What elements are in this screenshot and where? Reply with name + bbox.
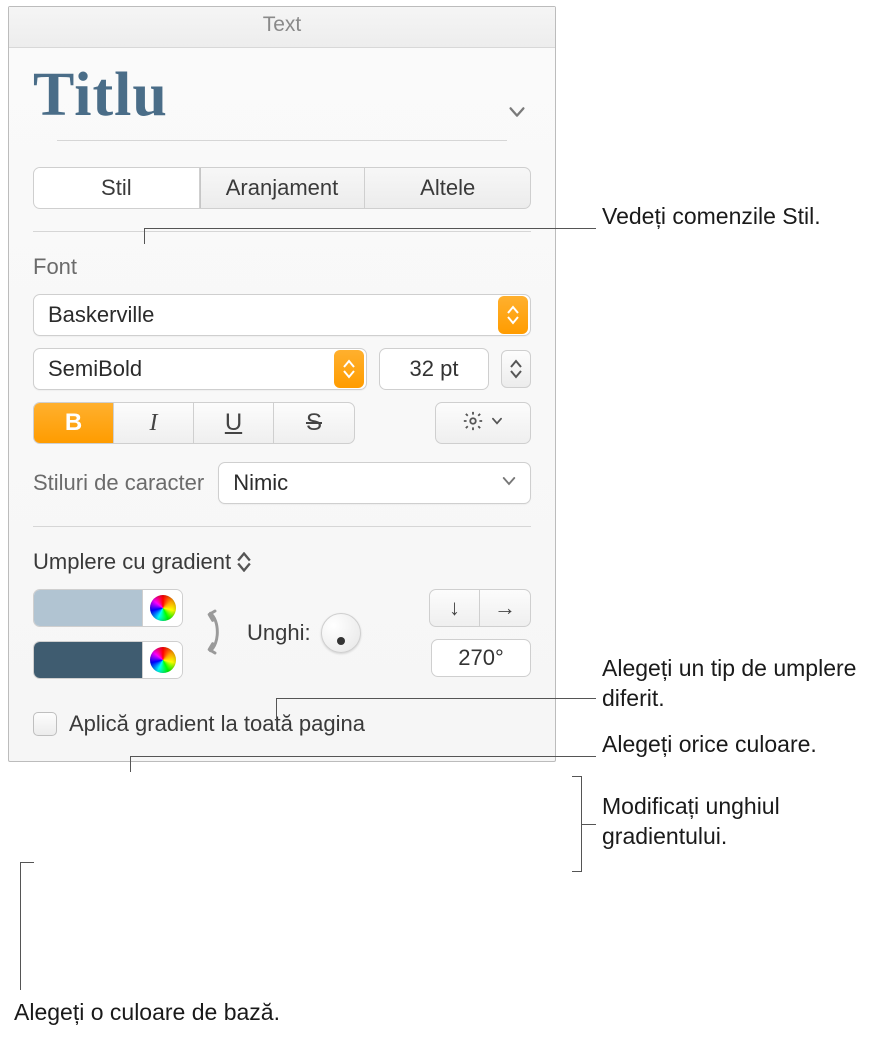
bold-button[interactable]: B (34, 403, 114, 443)
character-styles-value: Nimic (233, 470, 490, 496)
arrow-down-icon: ↓ (449, 595, 460, 621)
apply-gradient-checkbox[interactable] (33, 712, 57, 736)
panel-title: Text (9, 7, 555, 48)
font-size-value: 32 pt (410, 356, 459, 382)
font-family-value: Baskerville (48, 302, 498, 328)
text-inspector-panel: Text Titlu Stil Aranjament Altele Font B… (8, 6, 556, 762)
select-stepper-icon (334, 350, 364, 388)
callout-fill-type-a: Alegeți un tip de umplere diferit. (602, 654, 883, 714)
gear-icon (462, 410, 484, 437)
character-styles-select[interactable]: Nimic (218, 462, 531, 504)
fill-type-label: Umplere cu gradient (33, 549, 231, 575)
font-size-field[interactable]: 32 pt (379, 348, 489, 390)
gradient-color-2[interactable] (33, 641, 183, 679)
font-family-select[interactable]: Baskerville (33, 294, 531, 336)
character-styles-label: Stiluri de caracter (33, 470, 204, 496)
strikethrough-button[interactable]: S (274, 403, 354, 443)
callout-stil: Vedeți comenzile Stil. (602, 202, 821, 232)
tab-stil-label: Stil (101, 175, 132, 201)
font-size-stepper[interactable] (501, 350, 531, 388)
color-wheel-icon (150, 647, 176, 673)
angle-label: Unghi: (247, 620, 311, 646)
callout-angle-b: gradientului. (602, 822, 727, 852)
color-picker-button-2[interactable] (142, 642, 182, 678)
font-weight-value: SemiBold (48, 356, 334, 382)
tabs: Stil Aranjament Altele (33, 167, 531, 209)
direction-down-button[interactable]: ↓ (430, 590, 480, 626)
gradient-color-1[interactable] (33, 589, 183, 627)
callout-any-color: Alegeți orice culoare. (602, 730, 817, 760)
divider (57, 140, 507, 141)
color-wheel-icon (150, 595, 176, 621)
tab-aranjament[interactable]: Aranjament (200, 168, 366, 208)
direction-right-button[interactable]: → (480, 590, 530, 626)
tab-altele-label: Altele (420, 175, 475, 201)
arrow-right-icon: → (494, 595, 516, 621)
font-section-label: Font (33, 254, 531, 280)
italic-button[interactable]: I (114, 403, 194, 443)
gradient-direction-segment: ↓ → (429, 589, 531, 627)
font-weight-select[interactable]: SemiBold (33, 348, 367, 390)
angle-value: 270° (458, 645, 504, 671)
chevron-down-icon (490, 414, 504, 433)
tab-aranjament-label: Aranjament (226, 175, 339, 201)
font-style-segment: B I U S (33, 402, 355, 444)
paragraph-style-chevron-icon[interactable] (503, 98, 531, 126)
gradient-swatch-1 (34, 590, 142, 626)
chevron-down-icon (490, 470, 528, 496)
color-picker-button-1[interactable] (142, 590, 182, 626)
angle-dial[interactable] (321, 613, 361, 653)
paragraph-style-name: Titlu (33, 64, 168, 126)
tab-stil[interactable]: Stil (34, 168, 200, 208)
apply-gradient-label: Aplică gradient la toată pagina (69, 711, 365, 737)
angle-field[interactable]: 270° (431, 639, 531, 677)
callout-angle-a: Modificați unghiul (602, 792, 780, 822)
advanced-options-button[interactable] (435, 402, 531, 444)
callout-base-color: Alegeți o culoare de bază. (14, 998, 280, 1028)
tab-altele[interactable]: Altele (365, 168, 530, 208)
fill-type-select[interactable] (237, 552, 251, 572)
select-stepper-icon (498, 296, 528, 334)
underline-button[interactable]: U (194, 403, 274, 443)
gradient-swatch-2 (34, 642, 142, 678)
swap-colors-button[interactable] (201, 608, 229, 661)
